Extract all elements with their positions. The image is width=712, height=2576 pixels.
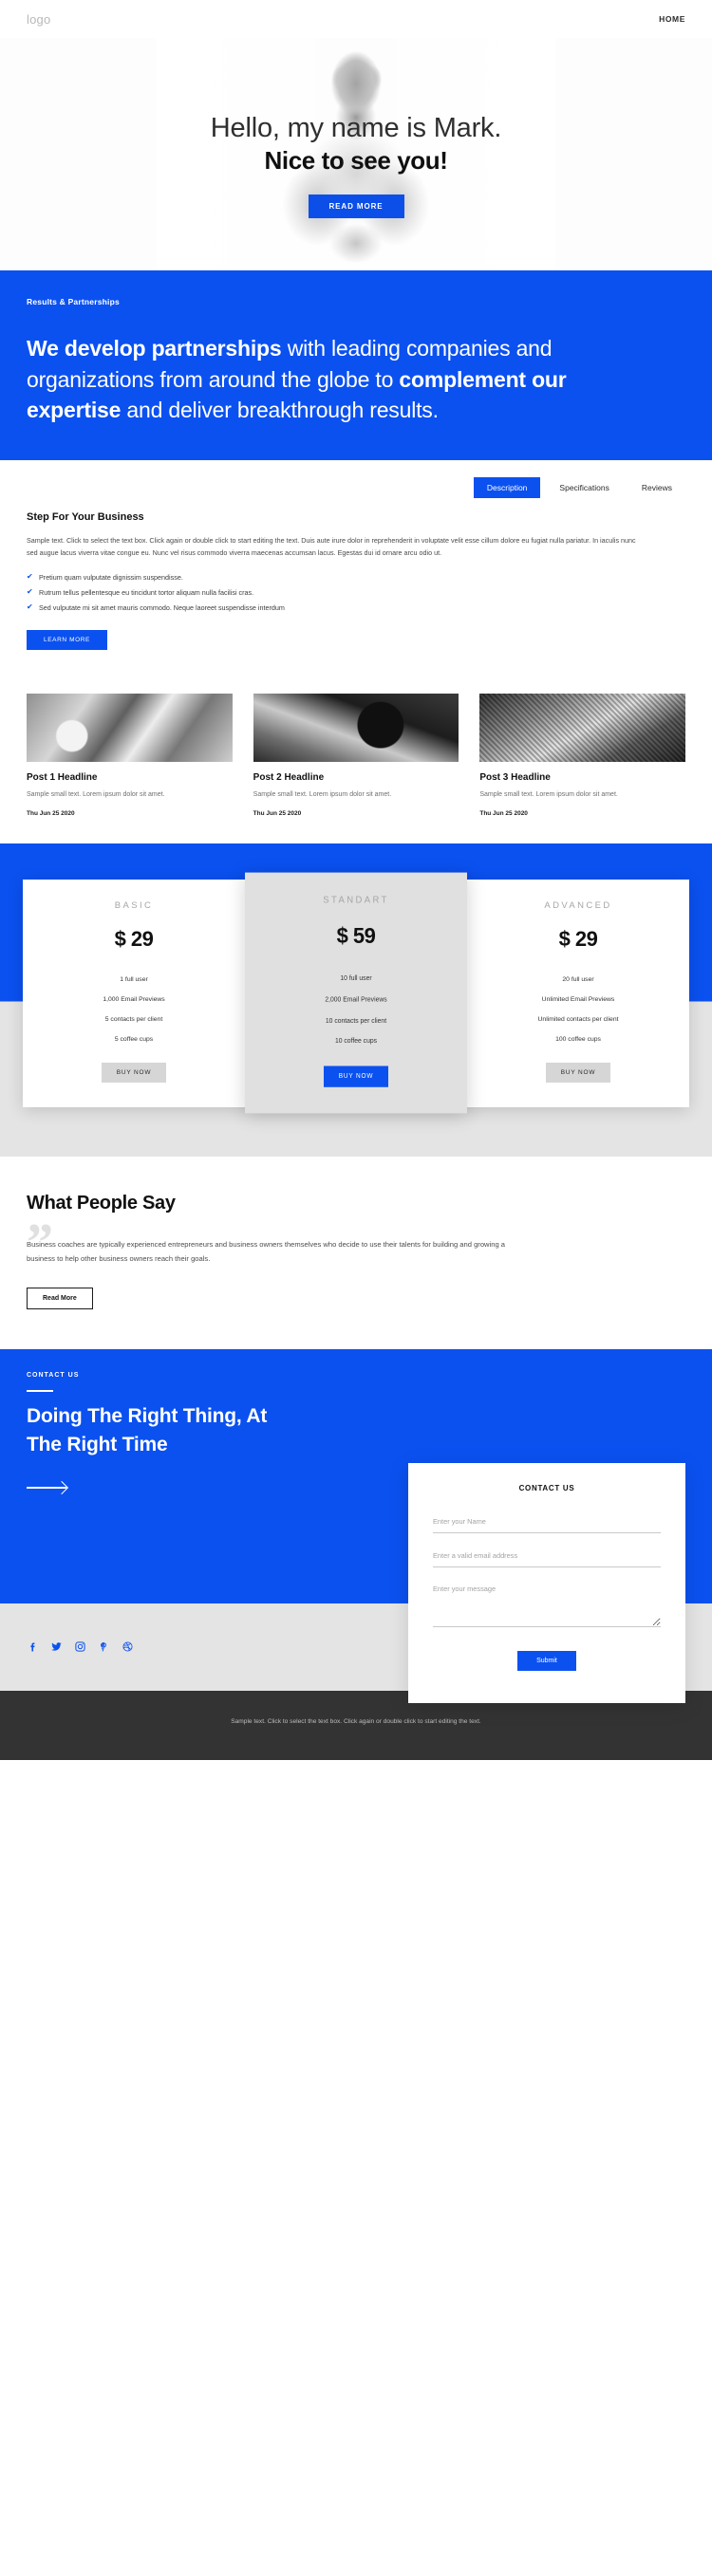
hero-content: Hello, my name is Mark. Nice to see you!… [0,38,712,219]
post-card[interactable]: Post 3 Headline Sample small text. Lorem… [479,694,686,818]
post-excerpt: Sample small text. Lorem ipsum dolor sit… [27,791,165,799]
buy-now-button-advanced[interactable]: BUY NOW [545,1062,611,1083]
feature-label: Pretium quam vulputate dignissim suspend… [39,572,183,582]
contact-eyebrow: CONTACT US [27,1371,80,1379]
description-body: Sample text. Click to select the text bo… [27,535,636,558]
buy-now-button-standart[interactable]: BUY NOW [323,1066,389,1088]
nav-item-home[interactable]: HOME [659,14,685,24]
pricing-plan-basic: BASIC $ 29 1 full user 1,000 Email Previ… [23,880,245,1107]
contact-form-title: CONTACT US [518,1483,575,1492]
post-excerpt: Sample small text. Lorem ipsum dolor sit… [479,791,618,799]
hero-title-line-1: Hello, my name is Mark. [210,113,502,143]
message-field[interactable] [433,1579,661,1627]
twitter-icon[interactable] [50,1640,63,1653]
testimonial-body: Business coaches are typically experienc… [27,1239,506,1264]
contact-divider [27,1389,53,1392]
post-date: Thu Jun 25 2020 [27,810,75,818]
plan-name: BASIC [114,900,154,912]
contact-heading: Doing The Right Thing, At The Right Time [27,1404,268,1455]
tabs-bar: Description Specifications Reviews [0,459,712,498]
plan-feature: 10 coffee cups [334,1038,378,1047]
testimonial-heading: What People Say [27,1192,176,1214]
post-title: Post 2 Headline [253,772,325,784]
feature-list: ✔ Pretium quam vulputate dignissim suspen… [27,572,646,613]
statement-bold-1: We develop partnerships [27,336,282,361]
check-icon: ✔ [27,586,33,596]
site-header: logo HOME [0,0,712,38]
testimonial-quote-wrap: ” Business coaches are typically experie… [27,1216,685,1269]
partnerships-section: Results & Partnerships We develop partne… [0,270,712,460]
plan-price: $ 59 [336,922,376,949]
post-date: Thu Jun 25 2020 [479,810,528,818]
arrow-right-icon[interactable] [27,1481,70,1494]
description-section: Step For Your Business Sample text. Clic… [0,497,712,651]
plan-feature: 10 full user [340,975,372,983]
plan-name: ADVANCED [544,900,612,912]
pricing-plan-standart: STANDART $ 59 10 full user 2,000 Email P… [245,872,467,1115]
feature-label: Rutrum tellus pellentesque eu tincidunt … [39,587,254,597]
plan-feature: 1,000 Email Previews [103,996,165,1004]
post-title: Post 1 Headline [27,772,98,784]
feature-item: ✔ Rutrum tellus pellentesque eu tincidunt… [27,587,646,598]
feature-label: Sed vulputate mi sit amet mauris commodo… [39,602,285,612]
hero-title-line-2: Nice to see you! [264,146,448,176]
tab-reviews[interactable]: Reviews [628,477,685,498]
instagram-icon[interactable] [74,1640,86,1653]
check-icon: ✔ [27,571,33,581]
post-thumbnail-image [27,694,233,763]
check-icon: ✔ [27,602,33,611]
facebook-icon[interactable] [27,1640,39,1653]
partnerships-eyebrow: Results & Partnerships [27,297,120,306]
post-card[interactable]: Post 2 Headline Sample small text. Lorem… [253,694,459,817]
testimonial-section: What People Say ” Business coaches are t… [0,1156,712,1349]
plan-price: $ 29 [114,927,154,952]
post-thumbnail-image [253,694,459,763]
posts-section: Post 1 Headline Sample small text. Lorem… [0,650,712,844]
hero-read-more-button[interactable]: READ MORE [308,195,404,219]
pricing-plan-advanced: ADVANCED $ 29 20 full user Unlimited Ema… [467,880,689,1107]
post-title: Post 3 Headline [479,772,551,784]
plan-feature: 2,000 Email Previews [325,996,387,1004]
footer-text: Sample text. Click to select the text bo… [231,1717,481,1725]
name-field[interactable] [433,1511,661,1533]
post-date: Thu Jun 25 2020 [253,810,302,818]
tab-description[interactable]: Description [473,476,541,498]
plan-feature: 5 coffee cups [114,1035,154,1043]
pricing-section: BASIC $ 29 1 full user 1,000 Email Previ… [0,843,712,1157]
statement-normal-2: and deliver breakthrough results. [121,398,439,423]
plan-feature: Unlimited contacts per client [537,1015,619,1023]
plan-name: STANDART [323,895,389,906]
buy-now-button-basic[interactable]: BUY NOW [101,1062,167,1083]
contact-section: CONTACT US Doing The Right Thing, At The… [0,1348,712,1703]
dribbble-icon[interactable] [122,1640,134,1653]
pinterest-icon[interactable] [98,1640,110,1653]
plan-price: $ 29 [558,927,598,952]
description-heading: Step For Your Business [27,510,144,523]
partnerships-statement: We develop partnerships with leading com… [27,333,644,426]
tab-specifications[interactable]: Specifications [546,477,622,498]
contact-form-card: CONTACT US Submit [408,1462,685,1703]
pricing-plans: BASIC $ 29 1 full user 1,000 Email Previ… [23,872,689,1115]
plan-feature: 100 coffee cups [555,1035,601,1043]
feature-item: ✔ Pretium quam vulputate dignissim suspen… [27,572,646,583]
submit-button[interactable]: Submit [517,1650,576,1671]
email-field[interactable] [433,1546,661,1567]
post-thumbnail-image [479,694,686,763]
post-card[interactable]: Post 1 Headline Sample small text. Lorem… [27,694,233,817]
hero-section: Hello, my name is Mark. Nice to see you!… [0,38,712,270]
testimonial-read-more-button[interactable]: Read More [27,1287,93,1309]
plan-feature: Unlimited Email Previews [541,996,615,1004]
learn-more-button[interactable]: LEARN MORE [27,630,107,651]
plan-feature: 5 contacts per client [104,1015,163,1023]
feature-item: ✔ Sed vulputate mi sit amet mauris commod… [27,602,646,613]
plan-feature: 20 full user [562,976,594,984]
plan-feature: 1 full user [120,976,148,984]
logo[interactable]: logo [27,12,50,27]
plan-feature: 10 contacts per client [325,1017,387,1025]
submit-row: Submit [433,1650,661,1671]
post-excerpt: Sample small text. Lorem ipsum dolor sit… [253,791,392,799]
